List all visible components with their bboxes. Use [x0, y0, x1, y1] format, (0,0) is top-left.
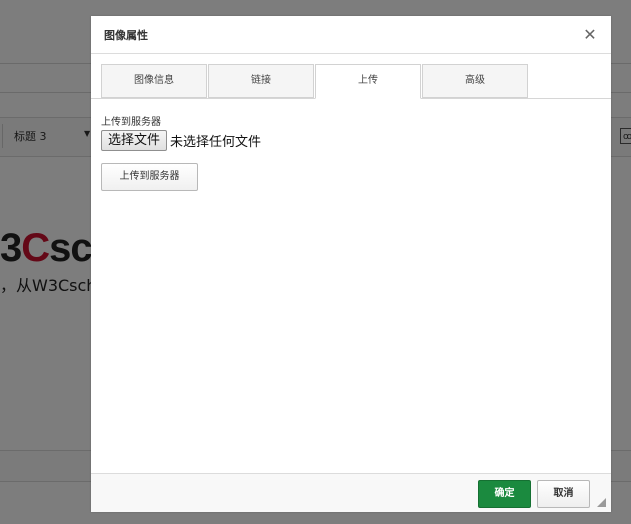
- file-input: 选择文件 未选择任何文件: [101, 130, 261, 152]
- tab-link[interactable]: 链接: [208, 64, 314, 98]
- tab-upload[interactable]: 上传: [315, 64, 421, 99]
- close-icon[interactable]: ✕: [582, 25, 598, 45]
- tab-advanced[interactable]: 高级: [422, 64, 528, 98]
- image-properties-dialog: 图像属性 ✕ 图像信息 链接 上传 高级 上传到服务器 选择文件 未选择任何文件 …: [91, 16, 611, 512]
- dialog-header[interactable]: 图像属性 ✕: [91, 16, 611, 54]
- dialog-title: 图像属性: [104, 29, 148, 42]
- resize-handle-icon[interactable]: [597, 498, 606, 507]
- cancel-button[interactable]: 取消: [537, 480, 590, 508]
- upload-to-server-button[interactable]: 上传到服务器: [101, 163, 198, 191]
- ok-button[interactable]: 确定: [478, 480, 531, 508]
- choose-file-button[interactable]: 选择文件: [101, 130, 168, 151]
- tab-image-info[interactable]: 图像信息: [101, 64, 207, 98]
- upload-section-label: 上传到服务器: [101, 117, 161, 128]
- dialog-tabs: 图像信息 链接 上传 高级: [101, 64, 611, 99]
- dialog-footer: 确定 取消: [91, 473, 611, 512]
- file-status-text: 未选择任何文件: [170, 135, 262, 150]
